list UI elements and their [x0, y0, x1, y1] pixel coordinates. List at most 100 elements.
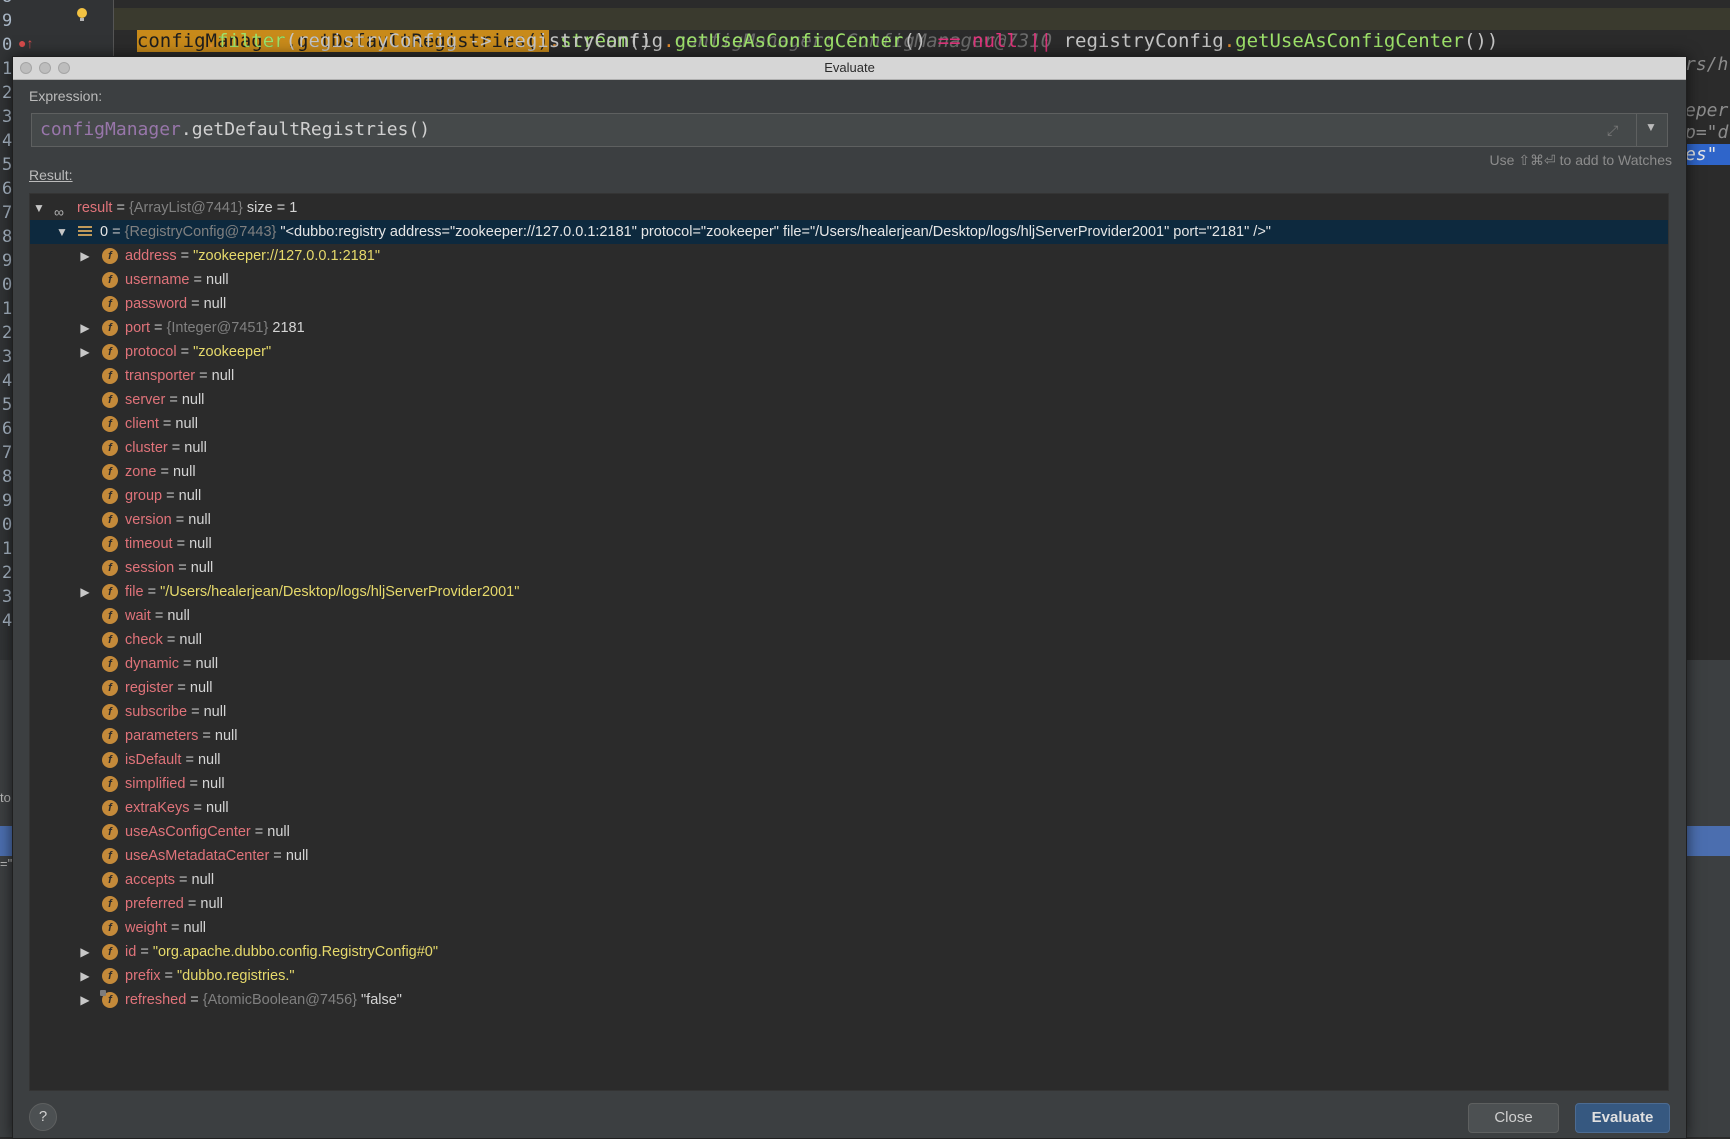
tree-row-field[interactable]: f version = null	[30, 508, 1668, 532]
field-value: null	[178, 488, 202, 504]
tree-row-field[interactable]: f weight = null	[30, 916, 1668, 940]
expression-label: Expression:	[29, 88, 103, 104]
triangle-right-icon[interactable]: ▶	[78, 988, 92, 1012]
triangle-right-icon[interactable]: ▶	[78, 340, 92, 364]
field-name: refreshed	[125, 992, 187, 1008]
breakpoint-icon[interactable]: ●↑	[18, 35, 33, 51]
tree-row-field[interactable]: f useAsConfigCenter = null	[30, 820, 1668, 844]
help-button[interactable]: ?	[29, 1103, 57, 1131]
field-name: zone	[125, 464, 157, 480]
panel-fragment: to	[0, 790, 11, 805]
line-number: 9	[2, 491, 13, 511]
tree-row-field[interactable]: f useAsMetadataCenter = null	[30, 844, 1668, 868]
field-icon: f	[102, 776, 118, 792]
triangle-right-icon[interactable]: ▶	[78, 316, 92, 340]
tree-row-field[interactable]: f preferred = null	[30, 892, 1668, 916]
tree-row-field[interactable]: ▶ f port = {Integer@7451} 2181	[30, 316, 1668, 340]
expression-input[interactable]: configManager.getDefaultRegistries() ⤢ ▼	[31, 113, 1668, 147]
tree-row-field[interactable]: ▶ f id = "org.apache.dubbo.config.Registry…	[30, 940, 1668, 964]
code-getter: getUseAsConfigCenter	[674, 30, 904, 52]
field-name: subscribe	[125, 704, 188, 720]
triangle-right-icon[interactable]: ▶	[78, 940, 92, 964]
equals-sign: =	[160, 968, 177, 984]
triangle-right-icon[interactable]: ▶	[78, 244, 92, 268]
tree-row-field[interactable]: f dynamic = null	[30, 652, 1668, 676]
field-value: 2181	[272, 320, 305, 336]
add-to-watches-hint: Use ⇧⌘⏎ to add to Watches	[1489, 152, 1672, 168]
equals-sign: =	[176, 344, 194, 360]
field-name: protocol	[125, 344, 177, 360]
tree-row-field[interactable]: ▶ f refreshed = {AtomicBoolean@7456} "fals…	[30, 988, 1668, 1012]
tree-row-field[interactable]: f extraKeys = null	[30, 796, 1668, 820]
field-icon: f	[102, 440, 118, 456]
field-name: file	[125, 584, 144, 600]
tree-row-field[interactable]: f parameters = null	[30, 724, 1668, 748]
triangle-down-icon[interactable]: ▼	[32, 196, 46, 220]
tree-node-name: result	[77, 200, 113, 216]
tree-row-field[interactable]: f wait = null	[30, 604, 1668, 628]
field-icon: f	[102, 368, 118, 384]
history-dropdown-icon[interactable]: ▼	[1645, 120, 1659, 134]
code-line-current: configManager.getDefaultRegistries().str…	[114, 8, 1730, 52]
triangle-down-icon[interactable]: ▼	[55, 220, 69, 244]
tree-row-field[interactable]: f zone = null	[30, 460, 1668, 484]
line-number: 1	[2, 539, 13, 559]
tree-row-field[interactable]: f username = null	[30, 268, 1668, 292]
code-parens: ())	[1463, 30, 1499, 52]
tree-row-field[interactable]: ▶ f protocol = "zookeeper"	[30, 340, 1668, 364]
field-name: accepts	[125, 872, 175, 888]
code-or-operator: ||	[1029, 30, 1053, 52]
field-value: null	[184, 440, 207, 456]
tree-row-field[interactable]: f password = null	[30, 292, 1668, 316]
tree-row-field[interactable]: ▶ f prefix = "dubbo.registries."	[30, 964, 1668, 988]
tree-row-field[interactable]: f group = null	[30, 484, 1668, 508]
tree-row-field[interactable]: ▶ f file = "/Users/healerjean/Desktop/logs…	[30, 580, 1668, 604]
tree-row-root[interactable]: ▼ ∞ result = {ArrayList@7441} size = 1	[30, 196, 1668, 220]
field-name: username	[125, 272, 190, 288]
tree-row-field[interactable]: f timeout = null	[30, 532, 1668, 556]
triangle-right-icon[interactable]: ▶	[78, 580, 92, 604]
tree-row-field[interactable]: f session = null	[30, 556, 1668, 580]
field-name: timeout	[125, 536, 173, 552]
code-getter: getUseAsConfigCenter	[1235, 30, 1464, 52]
tree-row-field[interactable]: f cluster = null	[30, 436, 1668, 460]
tree-node-type: {ArrayList@7441}	[129, 200, 243, 216]
tree-row-field[interactable]: f isDefault = null	[30, 748, 1668, 772]
tree-row-field[interactable]: f register = null	[30, 676, 1668, 700]
line-number: 0	[2, 35, 13, 55]
tree-node-value: size = 1	[246, 200, 298, 216]
field-name: isDefault	[125, 752, 182, 768]
result-tree[interactable]: ▼ ∞ result = {ArrayList@7441} size = 1 ▼…	[29, 193, 1669, 1091]
field-name: parameters	[125, 728, 199, 744]
tree-row-field[interactable]: f simplified = null	[30, 772, 1668, 796]
field-name: extraKeys	[125, 800, 190, 816]
tree-row-field[interactable]: f transporter = null	[30, 364, 1668, 388]
tree-row-field[interactable]: f subscribe = null	[30, 700, 1668, 724]
field-icon: f	[102, 680, 118, 696]
line-number: 0	[2, 275, 13, 295]
expression-variable: configManager	[40, 119, 181, 140]
equals-sign: =	[187, 296, 204, 312]
tree-row-item0[interactable]: ▼ 0 = {RegistryConfig@7443} "<dubbo:regi…	[30, 220, 1668, 244]
code-filter: filter	[216, 30, 286, 52]
expand-editor-icon[interactable]: ⤢	[1607, 122, 1623, 138]
line-number: 5	[2, 395, 13, 415]
tree-row-field[interactable]: f check = null	[30, 628, 1668, 652]
field-icon: f	[102, 248, 118, 264]
field-icon: f	[102, 392, 118, 408]
lightbulb-icon[interactable]	[76, 8, 88, 22]
triangle-right-icon[interactable]: ▶	[78, 964, 92, 988]
tree-row-field[interactable]: f client = null	[30, 412, 1668, 436]
code-operator: ==	[937, 30, 961, 52]
tree-row-field[interactable]: ▶ f address = "zookeeper://127.0.0.1:2181"	[30, 244, 1668, 268]
field-name: wait	[125, 608, 151, 624]
field-icon: f	[102, 896, 118, 912]
evaluate-button[interactable]: Evaluate	[1575, 1103, 1670, 1133]
line-number: 7	[2, 443, 13, 463]
dialog-titlebar[interactable]: Evaluate	[13, 57, 1686, 80]
tree-row-field[interactable]: f server = null	[30, 388, 1668, 412]
close-button[interactable]: Close	[1468, 1103, 1559, 1133]
tree-row-field[interactable]: f accepts = null	[30, 868, 1668, 892]
equals-sign: =	[156, 464, 173, 480]
